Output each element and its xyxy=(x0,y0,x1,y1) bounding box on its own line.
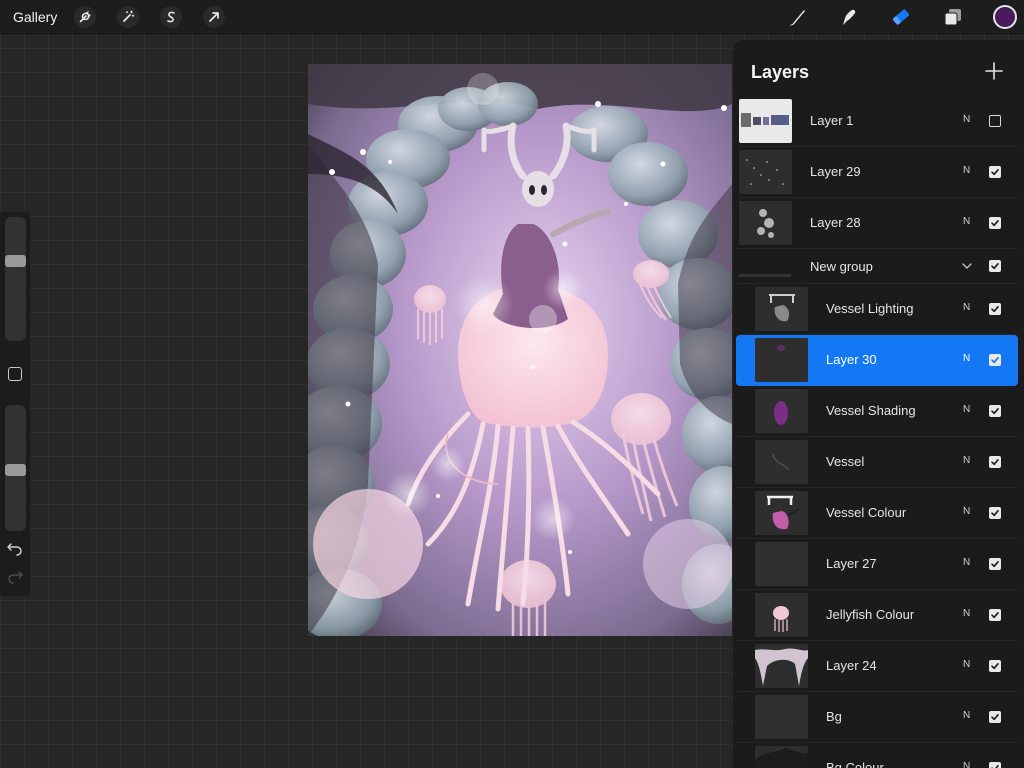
layer-group-row[interactable]: New group xyxy=(733,249,1024,284)
visibility-checkbox[interactable] xyxy=(989,115,1001,127)
layer-row[interactable]: Layer 27 N xyxy=(733,539,1024,590)
wrench-icon[interactable] xyxy=(73,5,97,29)
visibility-checkbox[interactable] xyxy=(989,354,1001,366)
blend-mode-label[interactable]: N xyxy=(963,165,970,176)
eraser-icon[interactable] xyxy=(889,5,913,29)
layer-thumbnail xyxy=(739,99,792,143)
drawing-canvas[interactable] xyxy=(308,64,732,636)
smudge-icon[interactable] xyxy=(837,5,861,29)
layer-name: New group xyxy=(810,259,873,274)
blend-mode-label[interactable]: N xyxy=(963,659,970,670)
layer-thumbnail xyxy=(739,201,792,245)
layer-thumbnail xyxy=(755,491,808,535)
layer-row[interactable]: Layer 1 N xyxy=(733,96,1024,147)
blend-mode-label[interactable]: N xyxy=(963,557,970,568)
blend-mode-label[interactable]: N xyxy=(963,216,970,227)
layer-name: Vessel xyxy=(826,454,865,469)
layer-name: Layer 27 xyxy=(826,556,877,571)
blend-mode-label[interactable]: N xyxy=(963,761,970,768)
brush-size-slider[interactable] xyxy=(5,217,26,341)
layer-thumbnail xyxy=(755,287,808,331)
layer-name: Bg xyxy=(826,709,842,724)
opacity-slider[interactable] xyxy=(5,405,26,531)
left-sidebar xyxy=(0,212,30,596)
visibility-checkbox[interactable] xyxy=(989,609,1001,621)
layer-row[interactable]: Bg N xyxy=(733,692,1024,743)
layer-row[interactable]: Vessel Shading N xyxy=(733,386,1024,437)
blend-mode-label[interactable]: N xyxy=(963,455,970,466)
gallery-button[interactable]: Gallery xyxy=(13,9,57,25)
visibility-checkbox[interactable] xyxy=(989,456,1001,468)
blend-mode-label[interactable]: N xyxy=(963,506,970,517)
color-picker-button[interactable] xyxy=(993,5,1017,29)
layer-thumbnail xyxy=(755,338,808,382)
group-indicator xyxy=(739,274,791,277)
layer-name: Bg Colour xyxy=(826,760,884,768)
visibility-checkbox[interactable] xyxy=(989,711,1001,723)
layer-thumbnail xyxy=(755,389,808,433)
layer-thumbnail xyxy=(755,644,808,688)
layer-row[interactable]: Vessel N xyxy=(733,437,1024,488)
undo-icon[interactable] xyxy=(6,542,24,560)
modify-button[interactable] xyxy=(8,367,22,381)
selection-icon[interactable] xyxy=(159,5,183,29)
blend-mode-label[interactable]: N xyxy=(963,302,970,313)
layer-name: Layer 29 xyxy=(810,164,861,179)
visibility-checkbox[interactable] xyxy=(989,558,1001,570)
layers-panel: Layers Layer 1 N Layer 29 N Layer 28 N New gro… xyxy=(733,40,1024,768)
blend-mode-label[interactable]: N xyxy=(963,710,970,721)
layer-thumbnail xyxy=(755,593,808,637)
visibility-checkbox[interactable] xyxy=(989,303,1001,315)
layer-row[interactable]: Layer 29 N xyxy=(733,147,1024,198)
layer-name: Layer 30 xyxy=(826,352,877,367)
layer-name: Layer 24 xyxy=(826,658,877,673)
layer-row[interactable]: Vessel Colour N xyxy=(733,488,1024,539)
layer-thumbnail xyxy=(755,440,808,484)
redo-icon[interactable] xyxy=(6,570,24,588)
layer-name: Vessel Colour xyxy=(826,505,907,520)
blend-mode-label[interactable]: N xyxy=(963,608,970,619)
magic-wand-icon[interactable] xyxy=(116,5,140,29)
brush-icon[interactable] xyxy=(785,5,809,29)
layer-row[interactable]: Layer 28 N xyxy=(733,198,1024,249)
layer-name: Vessel Shading xyxy=(826,403,916,418)
layer-name: Vessel Lighting xyxy=(826,301,914,316)
layer-name: Layer 28 xyxy=(810,215,861,230)
layers-icon[interactable] xyxy=(941,5,965,29)
visibility-checkbox[interactable] xyxy=(989,260,1001,272)
visibility-checkbox[interactable] xyxy=(989,762,1001,768)
layer-row[interactable]: Layer 24 N xyxy=(733,641,1024,692)
layer-row[interactable]: Layer 30 N xyxy=(736,335,1018,386)
layer-row[interactable]: Vessel Lighting N xyxy=(733,284,1024,335)
layers-title: Layers xyxy=(751,62,810,82)
layer-name: Jellyfish Colour xyxy=(826,607,915,622)
visibility-checkbox[interactable] xyxy=(989,166,1001,178)
visibility-checkbox[interactable] xyxy=(989,217,1001,229)
blend-mode-label[interactable]: N xyxy=(963,353,970,364)
blend-mode-label[interactable]: N xyxy=(963,114,970,125)
layer-row[interactable]: Bg Colour N xyxy=(733,743,1024,768)
add-layer-icon[interactable] xyxy=(983,60,1005,82)
visibility-checkbox[interactable] xyxy=(989,660,1001,672)
brush-size-slider-thumb[interactable] xyxy=(5,255,26,267)
layer-thumbnail xyxy=(755,695,808,739)
layer-thumbnail xyxy=(755,542,808,586)
chevron-down-icon[interactable] xyxy=(961,259,973,271)
layer-thumbnail xyxy=(755,746,808,768)
visibility-checkbox[interactable] xyxy=(989,507,1001,519)
top-toolbar: Gallery xyxy=(0,0,1024,34)
visibility-checkbox[interactable] xyxy=(989,405,1001,417)
layer-name: Layer 1 xyxy=(810,113,854,128)
layer-row[interactable]: Jellyfish Colour N xyxy=(733,590,1024,641)
opacity-slider-thumb[interactable] xyxy=(5,464,26,476)
blend-mode-label[interactable]: N xyxy=(963,404,970,415)
layer-thumbnail xyxy=(739,150,792,194)
transform-arrow-icon[interactable] xyxy=(202,5,226,29)
